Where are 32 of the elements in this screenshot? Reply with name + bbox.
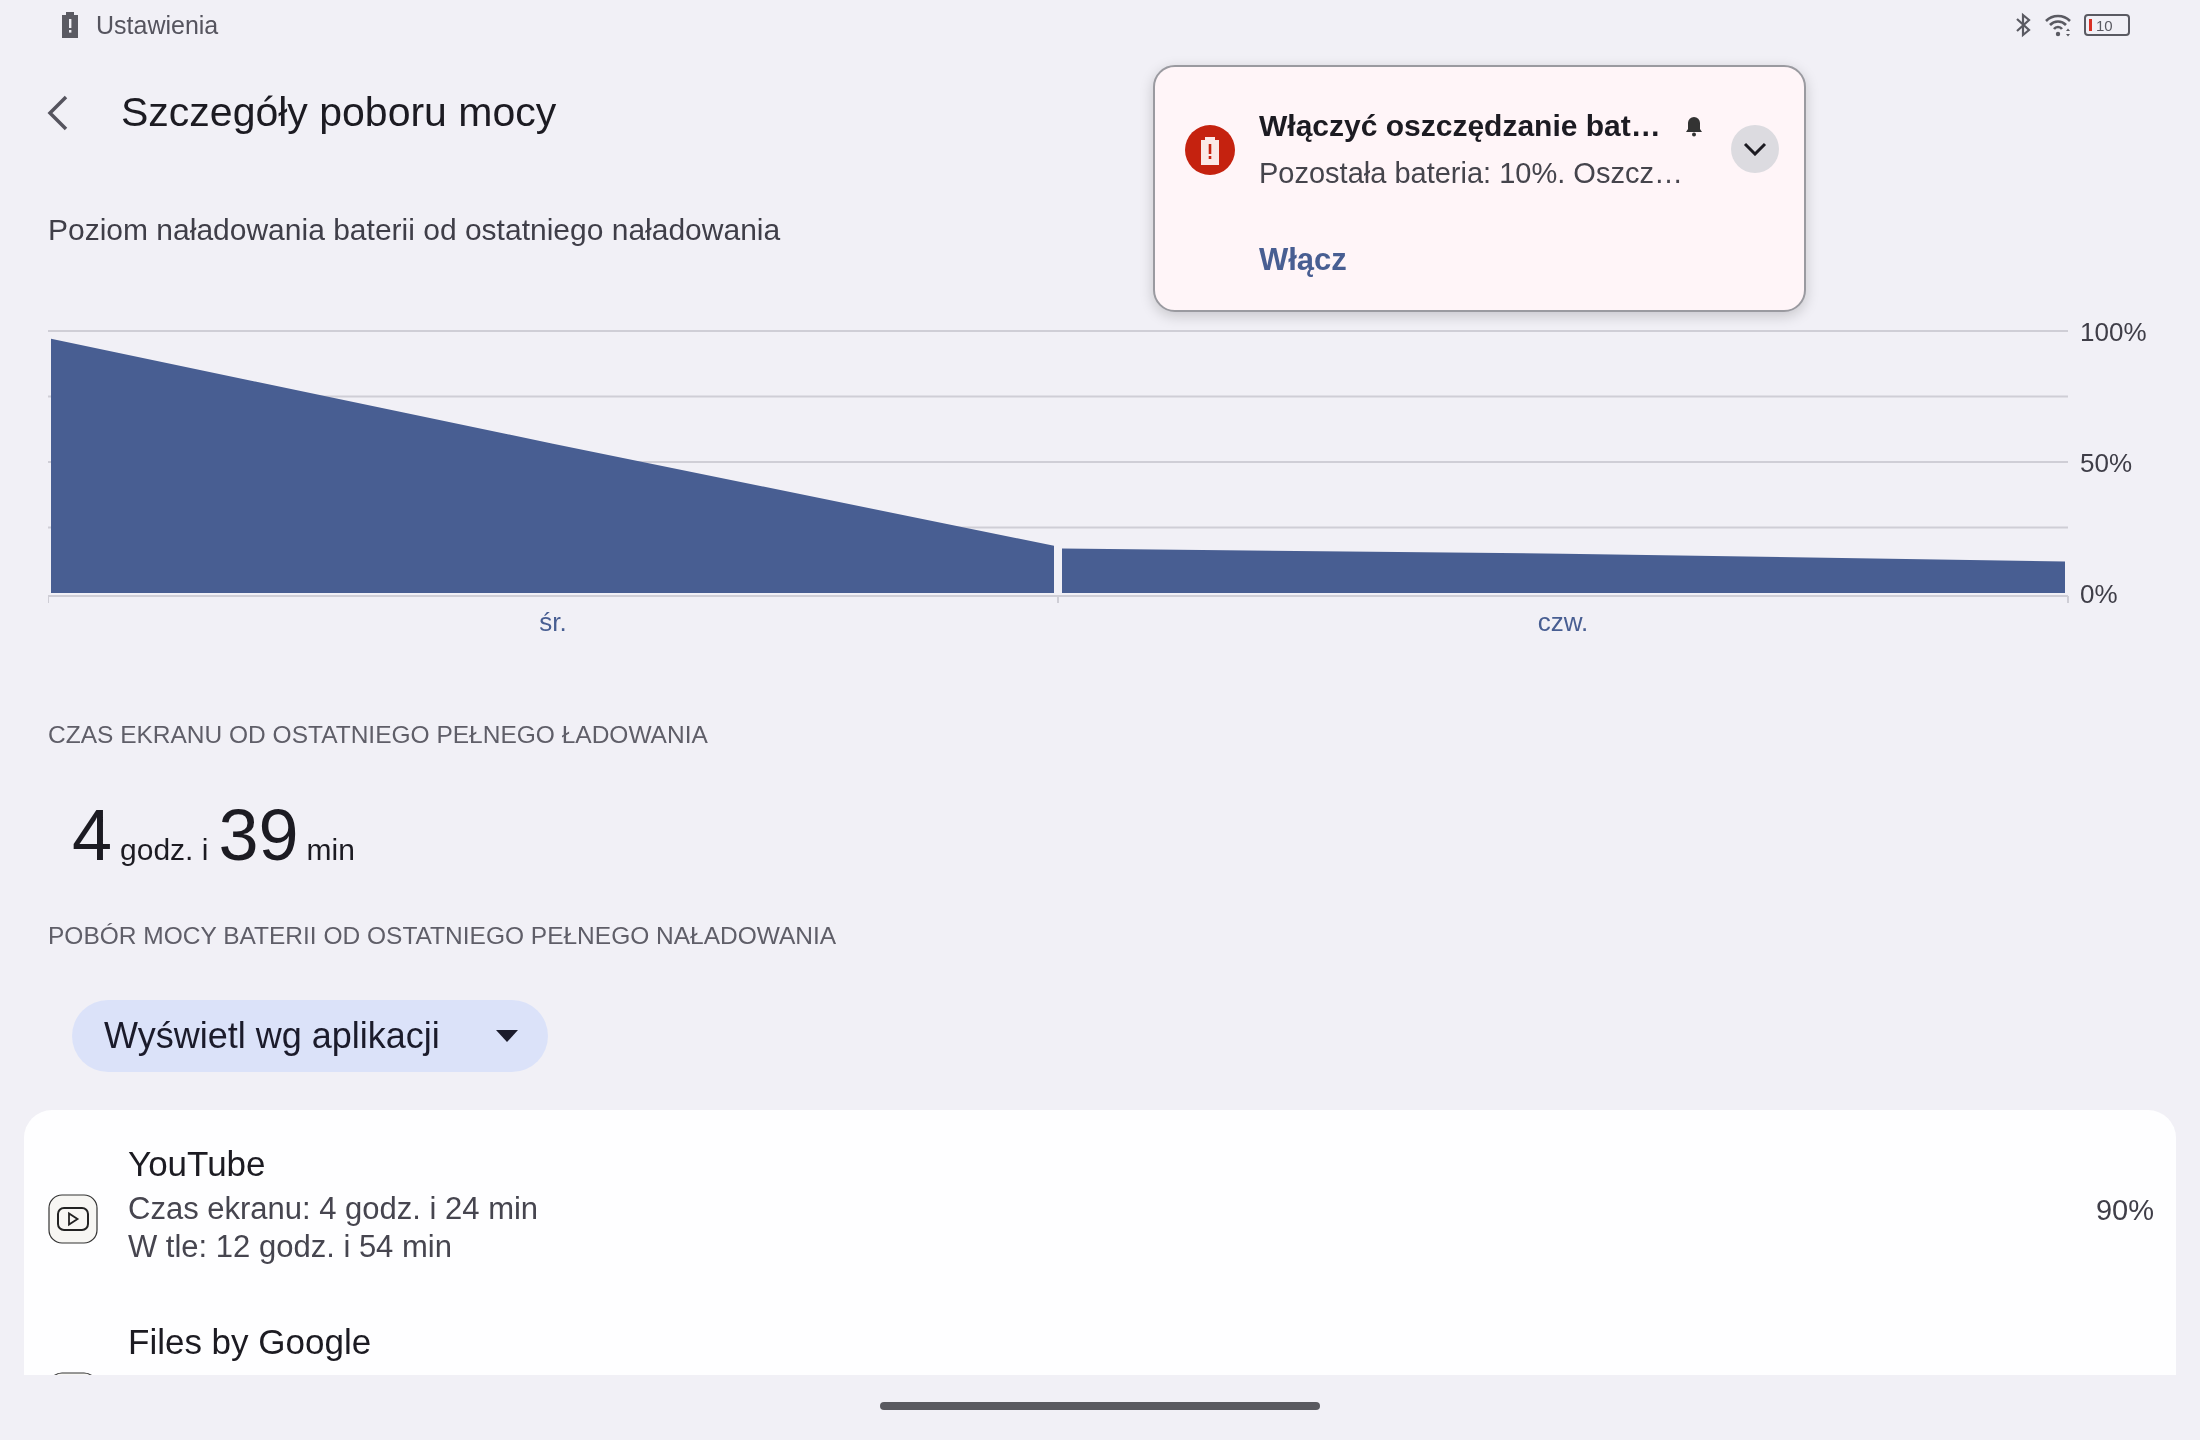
play-icon — [48, 1194, 98, 1244]
battery-alert-icon — [62, 12, 78, 38]
chevron-down-icon — [1742, 142, 1767, 156]
app-usage-detail: Czas ekranu: 4 godz. i 24 min — [128, 1190, 539, 1228]
wifi-icon — [2044, 13, 2072, 37]
usage-percent: 90% — [2095, 1194, 2154, 1227]
axis-label: 50% — [2080, 448, 2133, 478]
battery-indicator: 10 — [2084, 14, 2130, 36]
battery-alert-icon — [1185, 125, 1235, 175]
app-usage-detail: W tle: 12 godz. i 54 min — [128, 1228, 453, 1266]
page-title: Szczegóły poboru mocy — [121, 89, 557, 136]
section-heading: POBÓR MOCY BATERII OD OSTATNIEGO PEŁNEGO NAŁADOWANIA — [47, 922, 838, 950]
enable-button[interactable]: Włącz — [1259, 242, 1347, 278]
section-heading: CZAS EKRANU OD OSTATNIEGO PEŁNEGO ŁADOWANIA — [47, 721, 709, 749]
status-app-label: Ustawienia — [96, 10, 219, 40]
chart-title: Poziom naładowania baterii od ostatniego naładowania — [47, 212, 781, 247]
app-name[interactable]: Files by Google — [128, 1322, 372, 1362]
caret-icon — [495, 1030, 518, 1042]
app-name[interactable]: YouTube — [128, 1144, 539, 1184]
notification-title: Włączyć oszczędzanie bat… — [1259, 109, 1661, 143]
screen-time-value: 4 — [72, 799, 113, 871]
axis-label: 0% — [2080, 579, 2118, 609]
axis-label: 100% — [2080, 317, 2147, 347]
notification-text: Pozostała bateria: 10%. Oszcz… — [1259, 157, 1684, 190]
view-dropdown[interactable]: Wyświetl wg aplikacji — [72, 1000, 548, 1072]
axis-label: czw. — [1537, 607, 1589, 637]
bluetooth-icon — [2014, 12, 2032, 38]
screen-time-value: 39 — [218, 799, 299, 871]
screen-time-unit: godz. i — [120, 833, 209, 867]
screen-time-unit: min — [306, 833, 355, 867]
expand-button[interactable] — [1730, 125, 1779, 173]
axis-label: śr. — [539, 607, 567, 637]
